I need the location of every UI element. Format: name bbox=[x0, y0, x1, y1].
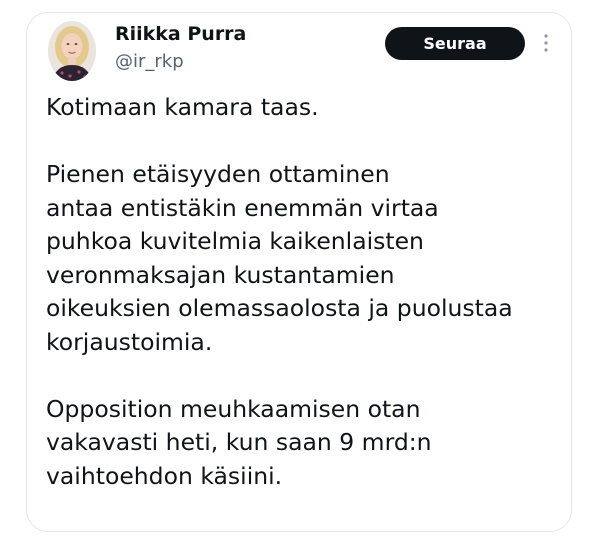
tweet-line: Opposition meuhkaamisen otan bbox=[46, 394, 421, 423]
tweet-line: antaa entistäkin enemmän virtaa bbox=[46, 193, 439, 222]
tweet-line: vakavasti heti, kun saan 9 mrd:n bbox=[46, 428, 432, 456]
author-name[interactable]: Riikka Purra bbox=[115, 23, 246, 45]
tweet-paragraph: Kotimaan kamara taas. bbox=[46, 91, 561, 125]
tweet-line: veronmaksajan kustantamien bbox=[46, 260, 395, 289]
tweet-line: Kotimaan kamara taas. bbox=[46, 93, 319, 121]
tweet-line: oikeuksien olemassaolosta ja puolustaa bbox=[46, 294, 513, 322]
tweet-line: puhkoa kuvitelmia kaikenlaisten bbox=[46, 227, 424, 255]
tweet-text: Kotimaan kamara taas. Pienen etäisyyden … bbox=[46, 91, 561, 493]
more-dots-icon[interactable] bbox=[539, 29, 553, 57]
tweet-line: Pienen etäisyyden ottaminen bbox=[46, 160, 390, 188]
follow-button[interactable]: Seuraa bbox=[385, 27, 525, 60]
tweet-card: Riikka Purra @ir_rkp Seuraa Kotimaan kam… bbox=[26, 12, 572, 532]
tweet-line: vaihtoehdon käsiini. bbox=[46, 461, 283, 490]
avatar[interactable] bbox=[48, 21, 96, 81]
author-handle[interactable]: @ir_rkp bbox=[115, 51, 184, 72]
tweet-line: korjaustoimia. bbox=[46, 327, 213, 356]
tweet-paragraph: Pienen etäisyyden ottaminen antaa entist… bbox=[46, 158, 561, 359]
tweet-paragraph: Opposition meuhkaamisen otan vakavasti h… bbox=[46, 393, 561, 494]
avatar-image bbox=[48, 21, 96, 81]
